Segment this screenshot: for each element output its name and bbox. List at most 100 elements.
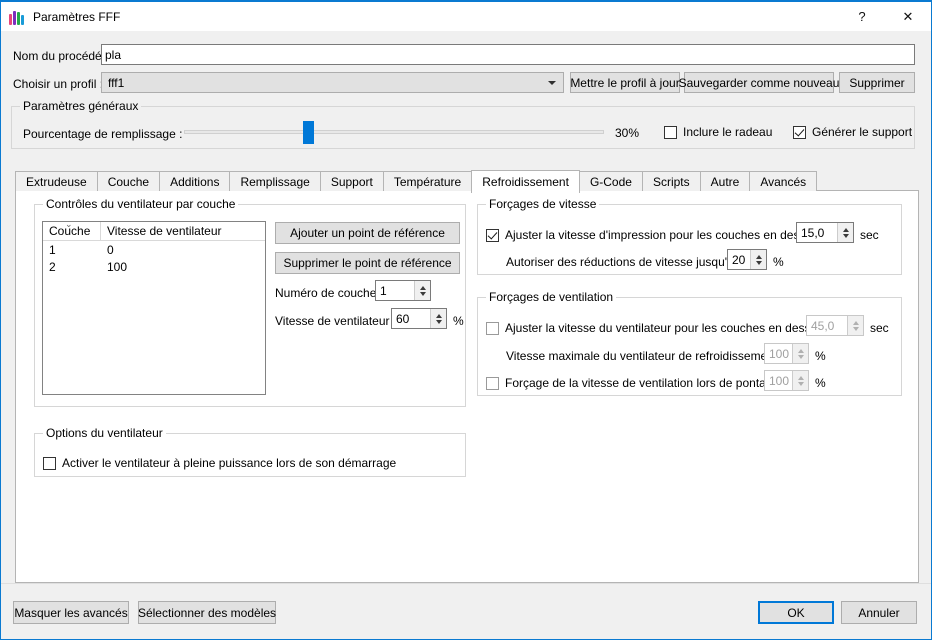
fan-speed-label: Vitesse de ventilateur [275, 314, 390, 328]
allow-reduction-value: 20 [732, 252, 746, 267]
generate-support-checkbox[interactable]: Générer le support [793, 125, 912, 139]
settings-tabstrip: Extrudeuse Couche Additions Remplissage … [15, 170, 818, 193]
tab-refroidissement[interactable]: Refroidissement [471, 170, 580, 193]
process-name-input[interactable] [101, 44, 915, 65]
include-raft-label: Inclure le radeau [683, 125, 773, 139]
adjust-print-speed-checkbox[interactable]: Ajuster la vitesse d'impression pour les… [486, 228, 825, 242]
general-settings-title: Paramètres généraux [20, 99, 142, 113]
bridging-fan-unit: % [815, 376, 826, 390]
adjust-fan-speed-spinner[interactable]: 45,0 [806, 315, 864, 336]
save-as-new-button[interactable]: Sauvegarder comme nouveau [679, 72, 839, 93]
fan-setpoints-table[interactable]: ⌄ Couche Vitesse de ventilateur 1 0 2 10… [42, 221, 266, 395]
refroidissement-tab-panel: Contrôles du ventilateur par couche ⌄ Co… [15, 190, 919, 583]
fan-controls-title: Contrôles du ventilateur par couche [43, 197, 239, 211]
include-raft-checkbox[interactable]: Inclure le radeau [664, 125, 772, 139]
cell-speed: 100 [107, 259, 128, 274]
tab-autre[interactable]: Autre [699, 171, 751, 191]
tab-remplissage[interactable]: Remplissage [229, 171, 321, 191]
cell-speed: 0 [107, 242, 114, 257]
adjust-fan-speed-label: Ajuster la vitesse du ventilateur pour l… [505, 321, 830, 335]
spinner-arrows-icon[interactable] [414, 281, 430, 300]
sort-ascending-icon: ⌄ [65, 221, 73, 229]
app-bars-icon [9, 9, 25, 25]
title-bar: Paramètres FFF ? ✕ [1, 2, 931, 31]
window-title: Paramètres FFF [33, 9, 121, 24]
bridging-fan-spinner[interactable]: 100 [764, 370, 809, 391]
checkbox-box [486, 228, 499, 242]
spinner-arrows-icon[interactable] [430, 309, 446, 328]
delete-profile-button[interactable]: Supprimer [839, 72, 915, 93]
infill-value-label: 30% [615, 126, 640, 140]
blip-fan-checkbox[interactable]: Activer le ventilateur à pleine puissanc… [43, 456, 396, 470]
close-icon[interactable]: ✕ [885, 2, 931, 31]
ok-button[interactable]: OK [758, 601, 834, 624]
adjust-print-speed-unit: sec [860, 228, 879, 242]
table-header: ⌄ Couche Vitesse de ventilateur [43, 222, 265, 241]
adjust-fan-speed-checkbox[interactable]: Ajuster la vitesse du ventilateur pour l… [486, 321, 830, 335]
layer-number-label: Numéro de couche [275, 286, 377, 300]
checkbox-box [664, 125, 677, 139]
spinner-arrows-icon[interactable] [847, 316, 863, 335]
infill-slider-thumb[interactable] [303, 121, 314, 144]
max-fan-speed-value: 100 [769, 346, 790, 361]
infill-percentage-label: Pourcentage de remplissage : [23, 127, 183, 141]
fan-options-title: Options du ventilateur [43, 426, 166, 440]
fan-speed-value: 60 [396, 311, 410, 326]
tab-extrudeuse[interactable]: Extrudeuse [15, 171, 98, 191]
tab-avances[interactable]: Avancés [749, 171, 818, 191]
allow-reduction-unit: % [773, 255, 784, 269]
add-setpoint-button[interactable]: Ajouter un point de référence [275, 222, 460, 244]
spinner-arrows-icon[interactable] [750, 250, 766, 269]
adjust-fan-speed-value: 45,0 [811, 318, 835, 333]
max-fan-speed-spinner[interactable]: 100 [764, 343, 809, 364]
tab-additions[interactable]: Additions [159, 171, 231, 191]
profile-label: Choisir un profil : [13, 77, 104, 91]
hide-advanced-button[interactable]: Masquer les avancés [13, 601, 129, 624]
cancel-button[interactable]: Annuler [841, 601, 917, 624]
tab-temperature[interactable]: Température [382, 171, 473, 191]
table-row[interactable]: 2 100 [43, 258, 265, 275]
title-bar-buttons: ? ✕ [839, 2, 931, 31]
adjust-print-speed-spinner[interactable]: 15,0 [796, 222, 854, 243]
process-name-label: Nom du procédé : [13, 49, 109, 63]
layer-number-spinner[interactable]: 1 [375, 280, 431, 301]
remove-setpoint-button[interactable]: Supprimer le point de référence [275, 252, 460, 274]
max-fan-speed-label: Vitesse maximale du ventilateur de refro… [506, 349, 778, 363]
update-profile-button[interactable]: Mettre le profil à jour [570, 72, 680, 93]
bridging-fan-checkbox[interactable]: Forçage de la vitesse de ventilation lor… [486, 376, 779, 390]
tab-support[interactable]: Support [319, 171, 384, 191]
select-models-button[interactable]: Sélectionner des modèles [138, 601, 276, 624]
tab-couche[interactable]: Couche [96, 171, 161, 191]
checkbox-box [486, 321, 499, 335]
profile-select[interactable]: fff1 [101, 72, 564, 93]
table-row[interactable]: 1 0 [43, 241, 265, 258]
spinner-arrows-icon[interactable] [792, 371, 808, 390]
speed-overrides-title: Forçages de vitesse [486, 197, 600, 211]
adjust-print-speed-label: Ajuster la vitesse d'impression pour les… [505, 228, 825, 242]
fan-speed-unit: % [453, 314, 464, 328]
fan-overrides-title: Forçages de ventilation [486, 290, 617, 304]
allow-reduction-spinner[interactable]: 20 [727, 249, 767, 270]
dialog-footer: Masquer les avancés Sélectionner des mod… [1, 583, 931, 639]
infill-slider-track[interactable] [184, 130, 604, 134]
layer-number-value: 1 [380, 283, 387, 298]
blip-fan-label: Activer le ventilateur à pleine puissanc… [62, 456, 397, 470]
cell-layer: 1 [49, 242, 56, 257]
generate-support-label: Générer le support [812, 125, 913, 139]
adjust-fan-speed-unit: sec [870, 321, 889, 335]
spinner-arrows-icon[interactable] [792, 344, 808, 363]
tab-scripts[interactable]: Scripts [641, 171, 701, 191]
cell-layer: 2 [49, 259, 56, 274]
help-icon[interactable]: ? [839, 2, 885, 31]
tab-gcode[interactable]: G-Code [578, 171, 643, 191]
profile-select-value: fff1 [108, 75, 125, 90]
checkbox-box [486, 376, 499, 390]
bridging-fan-value: 100 [769, 373, 790, 388]
allow-reduction-label: Autoriser des réductions de vitesse jusq… [506, 255, 734, 269]
checkbox-box [793, 125, 806, 139]
fan-speed-spinner[interactable]: 60 [391, 308, 447, 329]
spinner-arrows-icon[interactable] [837, 223, 853, 242]
fff-settings-window: Paramètres FFF ? ✕ Nom du procédé : Choi… [0, 0, 932, 640]
column-header-vitesse[interactable]: Vitesse de ventilateur [101, 222, 228, 240]
max-fan-speed-unit: % [815, 349, 826, 363]
